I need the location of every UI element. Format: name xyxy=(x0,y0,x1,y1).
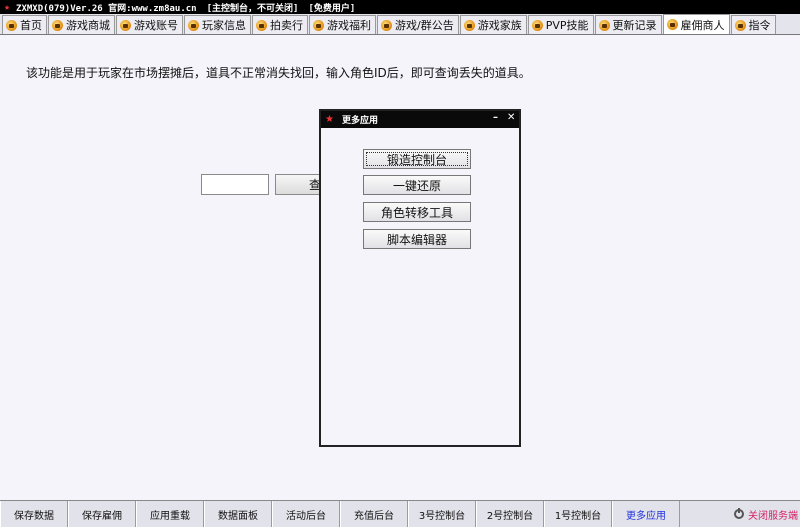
role-id-input[interactable] xyxy=(201,174,269,195)
minimize-icon[interactable]: – xyxy=(493,112,498,123)
data-panel-button[interactable]: 数据面板 xyxy=(204,501,272,527)
tab-icon xyxy=(313,19,324,31)
bottom-toolbar: 保存数据 保存雇佣 应用重载 数据面板 活动后台 充值后台 3号控制台 2号控制… xyxy=(0,500,800,527)
tab-icon xyxy=(381,19,392,31)
window-status-console: [主控制台，不可关闭] xyxy=(206,3,299,14)
save-hired-button[interactable]: 保存雇佣 xyxy=(68,501,136,527)
role-transfer-tool-button[interactable]: 角色转移工具 xyxy=(363,202,471,222)
tab-icon xyxy=(666,19,678,30)
tab-update-log[interactable]: 更新记录 xyxy=(594,15,662,34)
tab-label: 雇佣商人 xyxy=(680,18,725,32)
tab-label: 更新记录 xyxy=(612,19,657,32)
tab-label: 拍卖行 xyxy=(270,19,303,32)
tab-icon xyxy=(52,19,63,31)
tab-player-info[interactable]: 玩家信息 xyxy=(184,15,251,34)
tab-label: 游戏福利 xyxy=(327,19,371,32)
tab-label: 游戏商城 xyxy=(66,19,110,32)
tab-icon xyxy=(463,19,475,31)
forge-console-button[interactable]: 锻造控制台 xyxy=(363,149,471,169)
console-2-button[interactable]: 2号控制台 xyxy=(476,501,544,527)
app-logo-icon: ★ xyxy=(4,1,11,13)
tab-announcement[interactable]: 游戏/群公告 xyxy=(377,15,459,34)
tab-game-account[interactable]: 游戏账号 xyxy=(116,15,183,34)
dialog-logo-icon: ★ xyxy=(325,114,334,125)
save-data-button[interactable]: 保存数据 xyxy=(0,501,68,527)
tab-label: 首页 xyxy=(20,19,42,32)
dialog-titlebar[interactable]: ★ 更多应用 – ✕ xyxy=(321,111,519,128)
tab-icon xyxy=(256,19,267,31)
one-click-restore-button[interactable]: 一键还原 xyxy=(363,175,471,195)
script-editor-button[interactable]: 脚本编辑器 xyxy=(363,229,471,249)
tab-pvp-skills[interactable]: PVP技能 xyxy=(527,15,594,34)
tab-icon xyxy=(734,19,746,31)
event-backend-button[interactable]: 活动后台 xyxy=(272,501,340,527)
tab-auction[interactable]: 拍卖行 xyxy=(252,15,308,34)
tab-hired-merchant[interactable]: 雇佣商人 xyxy=(662,14,730,34)
console-3-button[interactable]: 3号控制台 xyxy=(408,501,476,527)
dialog-title: 更多应用 xyxy=(341,116,378,126)
close-server-button[interactable]: 关闭服务端 xyxy=(734,501,800,527)
feature-description: 该功能是用于玩家在市场摆摊后，道具不正常消失找回，输入角色ID后，即可查询丢失的… xyxy=(26,66,531,80)
window-status-user: [免费用户] xyxy=(308,3,356,14)
tab-icon xyxy=(6,19,17,31)
tab-label: PVP技能 xyxy=(545,19,589,32)
close-icon[interactable]: ✕ xyxy=(507,112,515,123)
window-title: ZXMXD(079)Ver.26 官网:www.zm8au.cn xyxy=(16,3,197,14)
tab-icon xyxy=(188,19,199,31)
main-tabbar: 首页 游戏商城 游戏账号 玩家信息 拍卖行 游戏福利 游戏/群公告 游戏家族 P… xyxy=(0,14,800,35)
tab-label: 游戏家族 xyxy=(477,19,522,32)
tab-icon xyxy=(120,19,131,31)
power-icon xyxy=(734,508,744,519)
more-apps-dialog: ★ 更多应用 – ✕ 锻造控制台 一键还原 角色转移工具 脚本编辑器 xyxy=(319,109,521,447)
tab-home[interactable]: 首页 xyxy=(2,15,47,34)
tab-label: 游戏/群公告 xyxy=(395,19,454,32)
tab-game-family[interactable]: 游戏家族 xyxy=(459,15,527,34)
console-1-button[interactable]: 1号控制台 xyxy=(544,501,612,527)
tab-icon xyxy=(598,19,610,31)
more-apps-button[interactable]: 更多应用 xyxy=(612,501,680,527)
tab-label: 指令 xyxy=(748,19,771,32)
reload-app-button[interactable]: 应用重载 xyxy=(136,501,204,527)
close-server-label: 关闭服务端 xyxy=(748,510,798,522)
tab-commands[interactable]: 指令 xyxy=(730,15,776,34)
tab-label: 游戏账号 xyxy=(134,19,178,32)
window-titlebar: ★ ZXMXD(079)Ver.26 官网:www.zm8au.cn [主控制台… xyxy=(0,0,800,14)
tab-icon xyxy=(531,19,543,31)
recharge-backend-button[interactable]: 充值后台 xyxy=(340,501,408,527)
tab-label: 玩家信息 xyxy=(202,19,246,32)
tab-game-mall[interactable]: 游戏商城 xyxy=(48,15,115,34)
tab-game-welfare[interactable]: 游戏福利 xyxy=(309,15,376,34)
